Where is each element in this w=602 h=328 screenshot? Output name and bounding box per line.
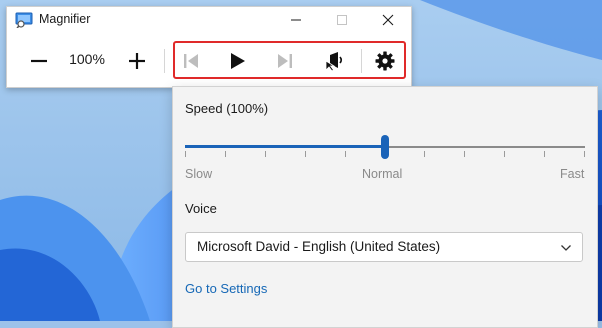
minimize-button[interactable] bbox=[273, 7, 319, 33]
settings-button[interactable] bbox=[368, 45, 402, 77]
slider-tick bbox=[305, 151, 306, 157]
minus-icon bbox=[31, 59, 47, 63]
slider-tick bbox=[265, 151, 266, 157]
voice-selected-value: Microsoft David - English (United States… bbox=[197, 239, 441, 254]
slider-tick bbox=[544, 151, 545, 157]
slider-thumb[interactable] bbox=[381, 135, 389, 159]
slider-tick bbox=[345, 151, 346, 157]
voice-label: Voice bbox=[185, 201, 217, 216]
speaker-icon bbox=[325, 52, 343, 71]
read-next-button[interactable] bbox=[268, 45, 302, 77]
slider-tick bbox=[185, 151, 186, 157]
maximize-button[interactable] bbox=[319, 7, 365, 33]
play-button[interactable] bbox=[220, 45, 254, 77]
fast-label: Fast bbox=[560, 167, 585, 181]
zoom-out-button[interactable] bbox=[23, 45, 55, 77]
read-settings-flyout: Speed (100%) Slow Normal Fast Voice Micr… bbox=[172, 86, 598, 328]
title-bar[interactable]: Magnifier bbox=[7, 7, 411, 33]
next-icon bbox=[278, 54, 292, 68]
close-button[interactable] bbox=[365, 7, 411, 33]
go-to-settings-link[interactable]: Go to Settings bbox=[185, 281, 267, 296]
normal-label: Normal bbox=[362, 167, 403, 181]
minimize-icon bbox=[291, 19, 301, 21]
slider-track-fill bbox=[185, 145, 385, 148]
zoom-in-button[interactable] bbox=[121, 45, 153, 77]
slider-tick bbox=[225, 151, 226, 157]
slider-tick bbox=[584, 151, 585, 157]
slider-tick bbox=[424, 151, 425, 157]
play-icon bbox=[231, 53, 245, 69]
toolbar-divider bbox=[361, 49, 362, 73]
magnifier-window: Magnifier 100% bbox=[6, 6, 412, 88]
magnifier-toolbar: 100% bbox=[7, 39, 411, 83]
plus-icon bbox=[129, 53, 145, 69]
close-icon bbox=[382, 14, 394, 26]
read-previous-button[interactable] bbox=[174, 45, 208, 77]
voice-dropdown[interactable]: Microsoft David - English (United States… bbox=[185, 232, 583, 262]
maximize-icon bbox=[337, 15, 347, 25]
gear-icon bbox=[375, 51, 395, 71]
read-from-here-button[interactable] bbox=[318, 45, 352, 77]
slow-label: Slow bbox=[185, 167, 213, 181]
slider-tick bbox=[504, 151, 505, 157]
zoom-level: 100% bbox=[69, 51, 105, 67]
speed-slider[interactable] bbox=[185, 135, 585, 159]
speed-label: Speed (100%) bbox=[185, 101, 269, 116]
slider-tick bbox=[464, 151, 465, 157]
toolbar-divider bbox=[164, 49, 165, 73]
previous-icon bbox=[184, 54, 198, 68]
window-title: Magnifier bbox=[39, 12, 91, 26]
chevron-down-icon bbox=[561, 245, 571, 251]
magnifier-app-icon bbox=[15, 12, 33, 28]
